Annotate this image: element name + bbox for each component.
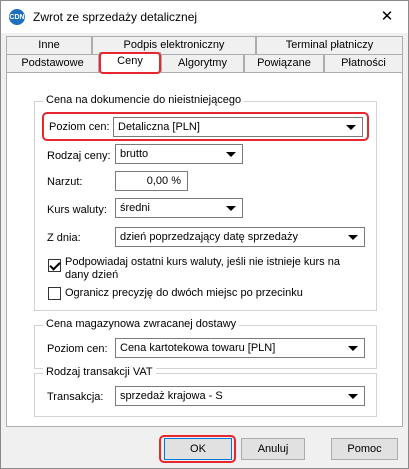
warehouse-price-level-select[interactable]: Cena kartotekowa towaru [PLN] (115, 338, 365, 358)
chevron-down-icon (348, 235, 358, 240)
warehouse-price-level-value: Cena kartotekowa towaru [PLN] (120, 342, 276, 354)
chevron-down-icon (226, 206, 236, 211)
transaction-value: sprzedaż krajowa - S (120, 390, 223, 402)
suggest-last-rate-line2: dany dzień (65, 269, 119, 281)
transaction-label: Transakcja: (47, 391, 104, 403)
transaction-select[interactable]: sprzedaż krajowa - S (115, 386, 365, 406)
group-title-price-on-document: Cena na dokumencie do nieistniejącego (43, 94, 245, 106)
markup-input[interactable]: 0,00 % (115, 171, 188, 191)
group-title-vat-transaction: Rodzaj transakcji VAT (43, 366, 156, 378)
price-type-select[interactable]: brutto (115, 144, 243, 164)
chevron-down-icon (348, 394, 358, 399)
tab-inne[interactable]: Inne (6, 36, 92, 54)
limit-precision-checkbox[interactable] (48, 287, 61, 300)
chevron-down-icon (226, 152, 236, 157)
date-label: Z dnia: (47, 232, 81, 244)
dialog-window: CDN Zwrot ze sprzedaży detalicznej ✕ Inn… (0, 0, 409, 469)
chevron-down-icon (348, 346, 358, 351)
tab-podstawowe[interactable]: Podstawowe (6, 54, 99, 72)
currency-rate-value: średni (120, 202, 150, 214)
tab-platnosci[interactable]: Płatności (324, 54, 403, 72)
suggest-last-rate-line1: Podpowiadaj ostatni kurs waluty, jeśli n… (65, 256, 340, 268)
suggest-last-rate-checkbox[interactable] (48, 259, 61, 272)
tab-panel-ceny: Cena na dokumencie do nieistniejącego Po… (6, 72, 403, 427)
markup-label: Narzut: (47, 176, 83, 188)
date-select[interactable]: dzień poprzedzający datę sprzedaży (115, 227, 365, 247)
tab-powiazane[interactable]: Powiązane (244, 54, 324, 72)
app-logo-icon: CDN (9, 9, 25, 25)
price-type-label: Rodzaj ceny: (47, 150, 111, 162)
tab-terminal-platniczy[interactable]: Terminal płatniczy (256, 36, 403, 54)
tab-ceny-highlight (99, 52, 161, 74)
limit-precision-label: Ogranicz precyzję do dwóch miejsc po prz… (65, 287, 303, 299)
ok-button-highlight (159, 435, 236, 463)
title-bar: CDN Zwrot ze sprzedaży detalicznej ✕ (1, 1, 408, 33)
price-level-highlight (42, 112, 369, 141)
currency-rate-label: Kurs waluty: (47, 204, 107, 216)
cancel-button[interactable]: Anuluj (241, 438, 305, 460)
currency-rate-select[interactable]: średni (115, 198, 243, 218)
price-type-value: brutto (120, 148, 149, 160)
warehouse-price-level-label: Poziom cen: (47, 343, 108, 355)
date-value: dzień poprzedzający datę sprzedaży (120, 231, 298, 243)
suggest-last-rate-label: Podpowiadaj ostatni kurs waluty, jeśli n… (65, 256, 340, 282)
help-button[interactable]: Pomoc (331, 438, 398, 460)
group-title-warehouse-price: Cena magazynowa zwracanej dostawy (43, 318, 240, 330)
close-icon[interactable]: ✕ (376, 5, 398, 27)
tab-algorytmy[interactable]: Algorytmy (161, 54, 244, 72)
window-title: Zwrot ze sprzedaży detalicznej (33, 10, 198, 24)
